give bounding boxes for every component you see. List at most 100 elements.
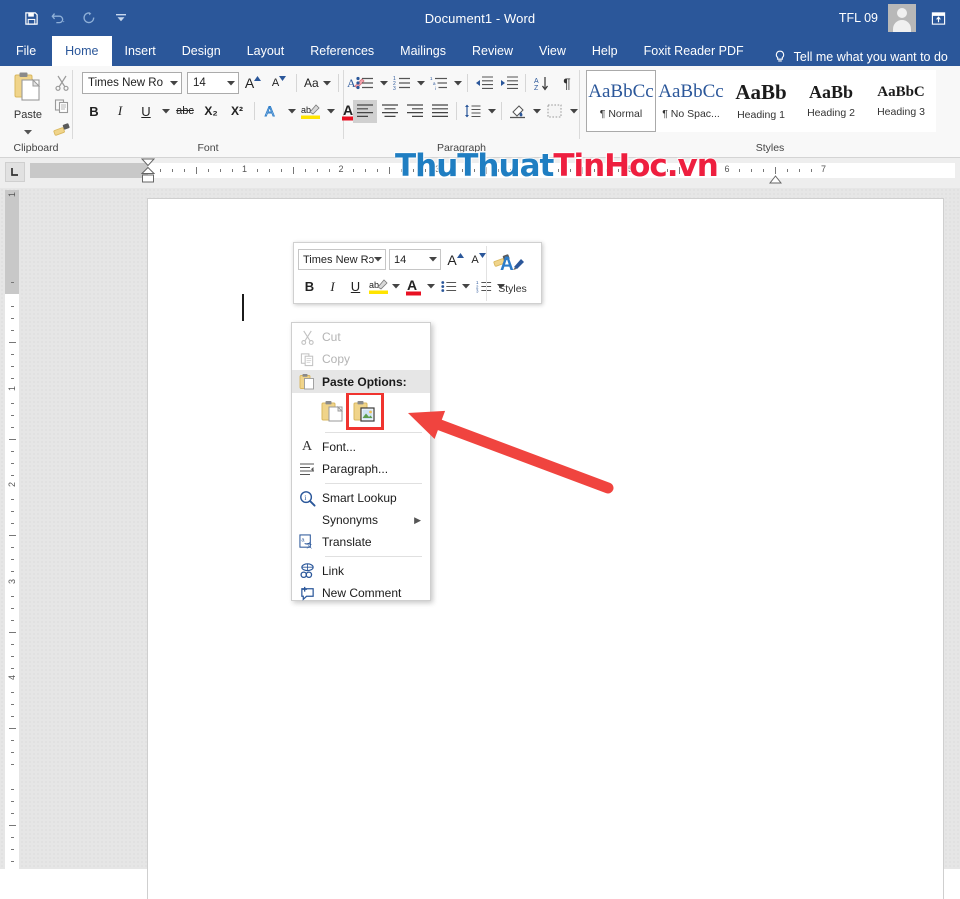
vertical-ruler[interactable]: 1 1 2 3 4: [5, 190, 19, 869]
increase-indent-button[interactable]: [497, 72, 521, 95]
tab-home[interactable]: Home: [52, 36, 112, 66]
decrease-indent-button[interactable]: [472, 72, 496, 95]
bold-button[interactable]: B: [82, 100, 106, 123]
text-highlight-color-button[interactable]: ab: [299, 100, 323, 123]
ruler-tick: [11, 655, 14, 657]
ribbon-display-options-icon[interactable]: [926, 6, 950, 30]
menu-item-link[interactable]: Link: [292, 560, 430, 582]
menu-item-smart-lookup[interactable]: i Smart Lookup: [292, 487, 430, 509]
strikethrough-button[interactable]: abc: [173, 100, 197, 123]
tab-stop-selector[interactable]: [5, 162, 25, 182]
superscript-button[interactable]: X²: [225, 100, 249, 123]
ruler-tick: [184, 169, 186, 172]
mini-font-color-button[interactable]: A: [402, 275, 425, 298]
right-indent-marker[interactable]: [769, 171, 783, 189]
text-effects-button[interactable]: A: [260, 100, 284, 123]
avatar[interactable]: [888, 4, 916, 32]
tab-help[interactable]: Help: [579, 36, 631, 66]
menu-item-synonyms[interactable]: Synonyms ▶: [292, 509, 430, 531]
menu-item-cut[interactable]: Cut: [292, 326, 430, 348]
tab-references[interactable]: References: [297, 36, 387, 66]
tab-mailings[interactable]: Mailings: [387, 36, 459, 66]
tab-layout[interactable]: Layout: [234, 36, 298, 66]
ruler-margin: [5, 190, 19, 294]
document-page[interactable]: [148, 199, 943, 899]
shading-chevron-down-icon[interactable]: [531, 100, 542, 123]
cut-icon[interactable]: [52, 73, 72, 93]
style-heading-2[interactable]: AaBb Heading 2: [796, 70, 866, 132]
tell-me-label[interactable]: Tell me what you want to do: [794, 50, 948, 64]
mini-bold-button[interactable]: B: [298, 275, 321, 298]
mini-underline-button[interactable]: U: [344, 275, 367, 298]
multilevel-list-button[interactable]: 1ai: [427, 72, 451, 95]
font-name-combo[interactable]: Times New Ro: [82, 72, 182, 94]
numbering-chevron-down-icon[interactable]: [415, 72, 426, 95]
bullets-button[interactable]: [353, 72, 377, 95]
copy-icon[interactable]: [52, 96, 72, 116]
mini-italic-button[interactable]: I: [321, 275, 344, 298]
mini-font-color-chevron-down-icon[interactable]: [425, 275, 437, 298]
smart-lookup-icon: i: [292, 490, 322, 507]
paste-option-picture[interactable]: [346, 392, 384, 430]
scissors-icon: [292, 330, 322, 345]
highlight-chevron-down-icon[interactable]: [325, 100, 336, 123]
mini-font-name-combo[interactable]: Times New Rɔ: [298, 249, 386, 270]
borders-chevron-down-icon[interactable]: [568, 100, 579, 123]
center-button[interactable]: [378, 100, 402, 123]
tab-design[interactable]: Design: [169, 36, 234, 66]
mini-highlight-chevron-down-icon[interactable]: [390, 275, 402, 298]
bullets-chevron-down-icon[interactable]: [378, 72, 389, 95]
show-formatting-marks-button[interactable]: ¶: [555, 72, 579, 95]
align-right-button[interactable]: [403, 100, 427, 123]
mini-bullets-chevron-down-icon[interactable]: [460, 275, 472, 298]
font-size-combo[interactable]: 14: [187, 72, 239, 94]
ruler-tick: [11, 571, 14, 573]
shading-button[interactable]: [506, 100, 530, 123]
ruler-tick: [11, 752, 14, 754]
menu-item-translate[interactable]: a文 Translate: [292, 531, 430, 553]
tab-file[interactable]: File: [0, 36, 52, 66]
underline-chevron-down-icon[interactable]: [160, 100, 171, 123]
grow-font-button[interactable]: A: [241, 72, 265, 95]
borders-button[interactable]: [543, 100, 567, 123]
underline-button[interactable]: U: [134, 100, 158, 123]
sort-button[interactable]: AZ: [530, 72, 554, 95]
tell-me-box[interactable]: Tell me what you want to do: [757, 48, 948, 66]
subscript-button[interactable]: X₂: [199, 100, 223, 123]
italic-button[interactable]: I: [108, 100, 132, 123]
line-spacing-chevron-down-icon[interactable]: [486, 100, 497, 123]
style-heading-1[interactable]: AaBb Heading 1: [726, 70, 796, 132]
tab-insert[interactable]: Insert: [112, 36, 169, 66]
chevron-down-icon[interactable]: [24, 122, 32, 140]
menu-item-font[interactable]: A Font...: [292, 436, 430, 458]
style-normal[interactable]: AaBbCc ¶ Normal: [586, 70, 656, 132]
change-case-button[interactable]: Aa: [302, 72, 333, 95]
mini-highlight-button[interactable]: ab: [367, 275, 390, 298]
mini-bullets-button[interactable]: [437, 275, 460, 298]
multilevel-chevron-down-icon[interactable]: [452, 72, 463, 95]
style-preview: AaBbC: [877, 84, 925, 101]
tab-view[interactable]: View: [526, 36, 579, 66]
user-account-name[interactable]: TFL 09: [839, 11, 878, 25]
mini-grow-font-button[interactable]: A: [444, 248, 467, 271]
justify-button[interactable]: [428, 100, 452, 123]
text-cursor: [242, 294, 244, 321]
tab-review[interactable]: Review: [459, 36, 526, 66]
line-spacing-button[interactable]: [461, 100, 485, 123]
shrink-font-button[interactable]: A: [267, 72, 291, 95]
style-heading-3[interactable]: AaBbC Heading 3: [866, 70, 936, 132]
mini-font-size-combo[interactable]: 14: [389, 249, 441, 270]
numbering-button[interactable]: 123: [390, 72, 414, 95]
paste-option-keep-source-formatting[interactable]: [320, 398, 346, 424]
style-no-spacing[interactable]: AaBbCc ¶ No Spac...: [656, 70, 726, 132]
text-effects-chevron-down-icon[interactable]: [286, 100, 297, 123]
align-left-button[interactable]: [353, 99, 377, 123]
mini-styles-button[interactable]: A Styles: [486, 246, 538, 301]
tab-foxit-reader-pdf[interactable]: Foxit Reader PDF: [631, 36, 757, 66]
format-painter-icon[interactable]: [52, 119, 72, 139]
menu-item-copy[interactable]: Copy: [292, 348, 430, 370]
paste-button[interactable]: Paste: [4, 69, 52, 140]
left-indent-marker[interactable]: [140, 158, 156, 189]
menu-item-new-comment[interactable]: New Comment: [292, 582, 430, 604]
menu-item-paragraph[interactable]: Paragraph...: [292, 458, 430, 480]
